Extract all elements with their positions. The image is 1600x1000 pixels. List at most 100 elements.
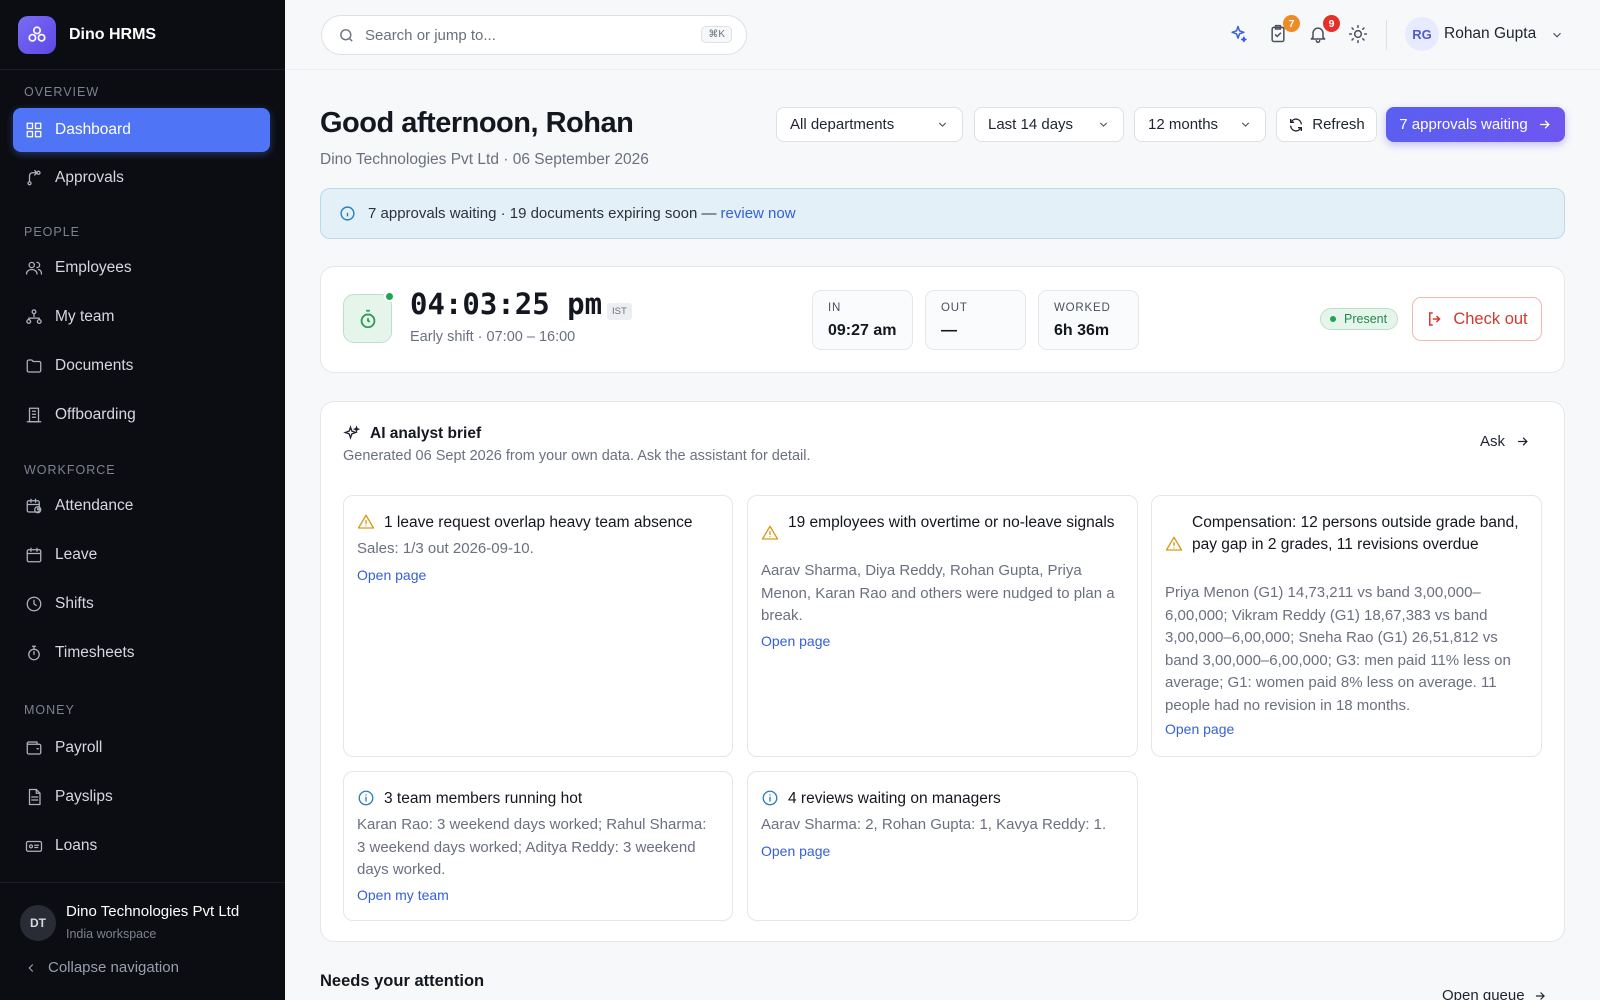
open-page-link[interactable]: Open page [1165,721,1234,737]
team-icon [26,309,42,325]
clock-icon [26,596,42,612]
document-icon [28,788,41,806]
sidebar-item-label: Attendance [55,497,134,514]
refresh-label: Refresh [1312,116,1365,133]
sidebar-item-label: Employees [55,259,132,276]
calendar-clock-icon [26,498,42,514]
warning-icon [1165,535,1183,553]
brief-card-compensation: Compensation: 12 persons outside grade b… [1151,495,1542,757]
stat-in: IN 09:27 am [812,290,913,350]
attendance-card: 04:03:25 pm IST Early shift · 07:00 – 16… [320,266,1565,373]
brief-title: 19 employees with overtime or no-leave s… [788,514,1115,531]
open-queue-link[interactable]: Open queue [1442,987,1547,1000]
department-select-value: All departments [790,116,895,133]
shift-info: Early shift · 07:00 – 16:00 [410,329,576,345]
sidebar-item-timesheets[interactable]: Timesheets [13,631,270,675]
stat-value: — [941,322,957,339]
user-name[interactable]: Rohan Gupta [1444,25,1536,43]
search-shortcut: ⌘K [701,26,732,43]
user-avatar[interactable]: RG [1405,17,1439,51]
sparkles-icon [343,425,361,440]
sidebar-item-label: Offboarding [55,406,136,423]
stat-label: IN [828,302,842,314]
department-select[interactable]: All departments [776,107,963,142]
sidebar-item-payroll[interactable]: Payroll [13,726,270,770]
page-subtitle: Dino Technologies Pvt Ltd · 06 September… [320,151,649,168]
org-avatar[interactable]: DT [20,905,56,941]
collapse-label: Collapse navigation [48,959,179,976]
sidebar-item-label: Leave [55,546,98,563]
sidebar-item-label: Shifts [55,595,94,612]
brief-body: Karan Rao: 3 weekend days worked; Rahul … [357,816,707,878]
approvals-waiting-button[interactable]: 7 approvals waiting [1386,107,1565,142]
brand-logo-icon [18,15,56,54]
online-status-dot [384,291,395,302]
search-icon [340,28,353,42]
arrow-right-icon [1535,991,1545,1000]
sidebar: Dino HRMS OVERVIEW Dashboard Approvals P… [0,0,285,1000]
ask-assistant-button[interactable]: Ask [1480,433,1530,450]
sidebar-item-offboarding[interactable]: Offboarding [13,393,270,437]
sidebar-item-loans[interactable]: Loans [13,824,270,868]
sun-icon [1348,24,1368,44]
chevron-down-icon [938,122,947,127]
sidebar-item-approvals[interactable]: Approvals [13,156,270,200]
review-now-link[interactable]: review now [721,205,796,222]
ai-brief-title-text: AI analyst brief [370,425,482,442]
sidebar-item-documents[interactable]: Documents [13,344,270,388]
sidebar-item-payslips[interactable]: Payslips [13,775,270,819]
tasks-button[interactable]: 7 [1268,15,1300,46]
open-my-team-link[interactable]: Open my team [357,887,449,903]
search-input[interactable]: Search or jump to... ⌘K [321,15,747,55]
status-badge: Present [1320,308,1399,330]
user-menu-toggle[interactable] [1550,28,1564,47]
sidebar-item-label: Dashboard [55,121,131,138]
notifications-button[interactable]: 9 [1308,15,1340,46]
open-page-link[interactable]: Open page [761,633,830,649]
brand[interactable]: Dino HRMS [0,0,285,70]
calendar-icon [26,547,42,563]
stopwatch-icon [360,309,375,328]
org-name[interactable]: Dino Technologies Pvt Ltd [66,903,239,920]
status-dot [1330,316,1336,322]
period-select-value: 12 months [1148,116,1219,133]
date-range-select[interactable]: Last 14 days [974,107,1124,142]
theme-toggle-button[interactable] [1348,24,1370,46]
brief-title: 1 leave request overlap heavy team absen… [384,514,693,531]
info-icon [761,789,779,807]
sidebar-item-leave[interactable]: Leave [13,533,270,577]
info-alert: 7 approvals waiting · 19 documents expir… [320,188,1565,239]
arrow-right-icon [1539,120,1550,129]
ai-brief-subtitle: Generated 06 Sept 2026 from your own dat… [343,448,811,464]
page-title: Good afternoon, Rohan [320,107,634,139]
sidebar-item-shifts[interactable]: Shifts [13,582,270,626]
sidebar-item-label: Payslips [55,788,113,805]
open-page-link[interactable]: Open page [357,567,426,583]
collapse-navigation-button[interactable]: Collapse navigation [24,959,179,976]
check-out-button[interactable]: Check out [1412,297,1542,341]
nav-section-money: MONEY [24,703,75,717]
check-out-label: Check out [1453,309,1528,328]
tasks-badge: 7 [1283,15,1300,32]
chevron-left-icon [28,963,34,972]
sidebar-item-dashboard[interactable]: Dashboard [13,108,270,152]
dashboard-icon [26,122,42,138]
period-select[interactable]: 12 months [1134,107,1266,142]
ai-brief-title: AI analyst brief [343,425,481,443]
open-page-link[interactable]: Open page [761,843,830,859]
ai-sparkle-button[interactable] [1228,24,1250,46]
sidebar-item-label: My team [55,308,115,325]
nav-section-workforce: WORKFORCE [24,463,116,477]
sidebar-item-employees[interactable]: Employees [13,246,270,290]
brief-card-leave-overlap: 1 leave request overlap heavy team absen… [343,495,733,757]
stopwatch-icon [28,645,40,661]
alert-text: 7 approvals waiting · 19 documents expir… [368,205,717,222]
sidebar-item-my-team[interactable]: My team [13,295,270,339]
sidebar-item-label: Payroll [55,739,103,756]
nav-section-people: PEOPLE [24,225,81,239]
sidebar-item-attendance[interactable]: Attendance [13,484,270,528]
approvals-waiting-label: 7 approvals waiting [1399,116,1528,133]
chevron-down-icon [1099,122,1108,127]
refresh-button[interactable]: Refresh [1276,107,1377,142]
warning-icon [357,513,375,531]
